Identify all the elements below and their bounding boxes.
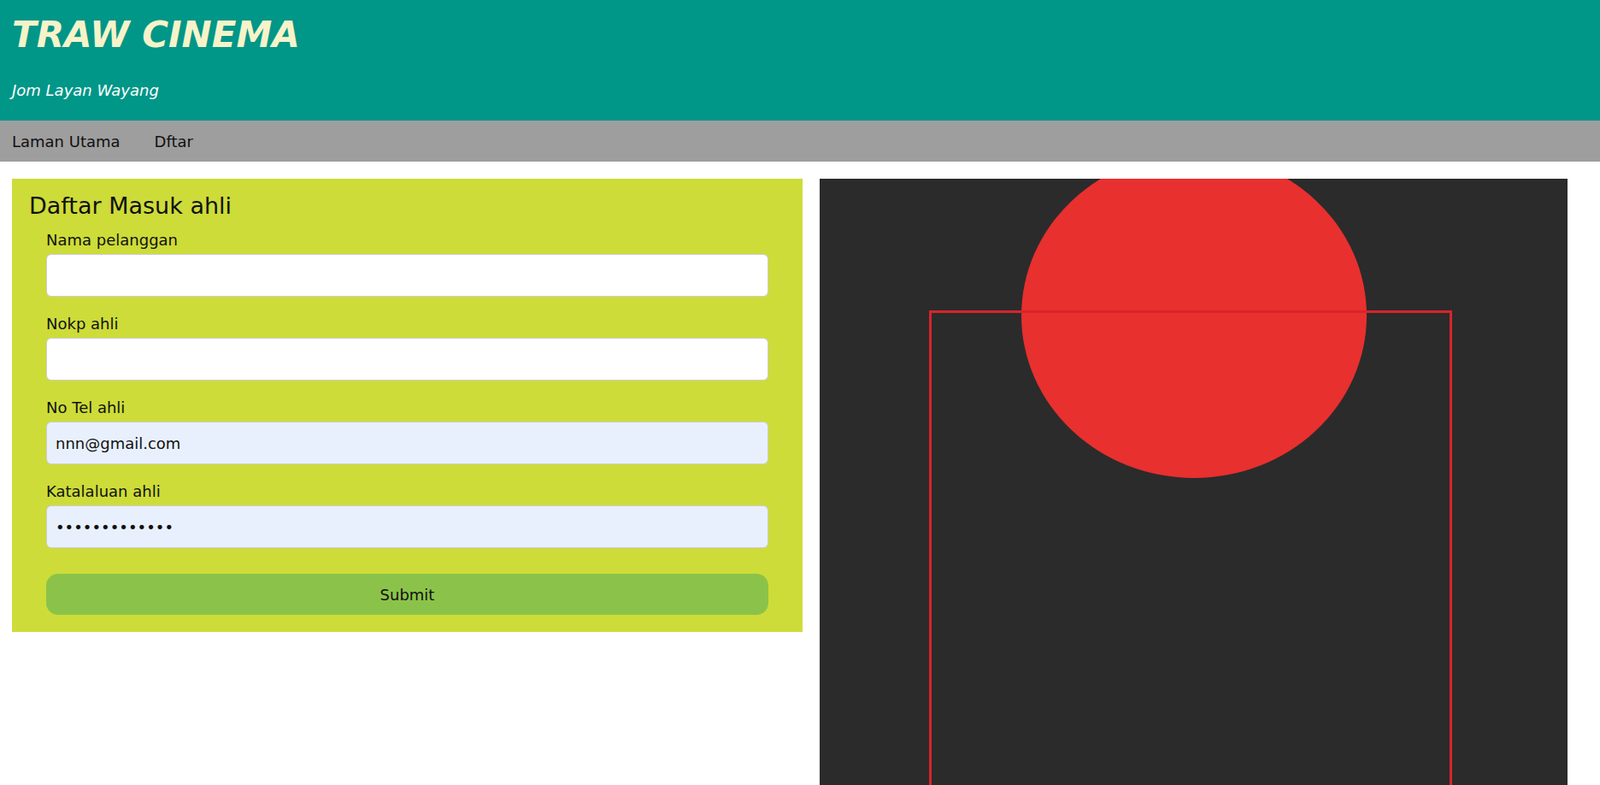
site-subtitle: Jom Layan Wayang — [11, 81, 1589, 100]
field-label: Nama pelanggan — [46, 230, 769, 249]
promo-image — [819, 178, 1568, 785]
text-input[interactable] — [46, 421, 769, 465]
login-form: Nama pelanggan Nokp ahli No Tel ahli Katala… — [29, 230, 786, 615]
site-title: TRAW CINEMA — [11, 11, 1589, 59]
field-label: No Tel ahli — [46, 398, 769, 417]
form-field: No Tel ahli — [46, 398, 769, 465]
text-input[interactable] — [46, 253, 769, 297]
nav-item[interactable]: Laman Utama — [11, 132, 121, 151]
nav-bar: Laman Utama Dftar — [0, 120, 1600, 162]
login-panel: Daftar Masuk ahli Nama pelanggan Nokp ahli… — [11, 178, 803, 632]
content: Daftar Masuk ahli Nama pelanggan Nokp ahli… — [0, 161, 1600, 785]
text-input[interactable] — [46, 337, 769, 381]
promo-frame — [929, 310, 1453, 785]
field-label: Katalaluan ahli — [46, 482, 769, 500]
submit-button[interactable]: Submit — [46, 573, 769, 615]
promo-circle — [1021, 178, 1367, 478]
nav-item[interactable]: Dftar — [154, 132, 194, 151]
header: TRAW CINEMA Jom Layan Wayang — [0, 0, 1600, 121]
form-field: Katalaluan ahli — [46, 482, 769, 548]
form-field: Nokp ahli — [46, 314, 769, 381]
form-field: Nama pelanggan — [46, 230, 769, 297]
page: TRAW CINEMA Jom Layan Wayang Laman Utama Df… — [0, 0, 1600, 785]
text-input[interactable] — [46, 505, 769, 548]
form-title: Daftar Masuk ahli — [29, 192, 786, 219]
field-label: Nokp ahli — [46, 314, 769, 333]
